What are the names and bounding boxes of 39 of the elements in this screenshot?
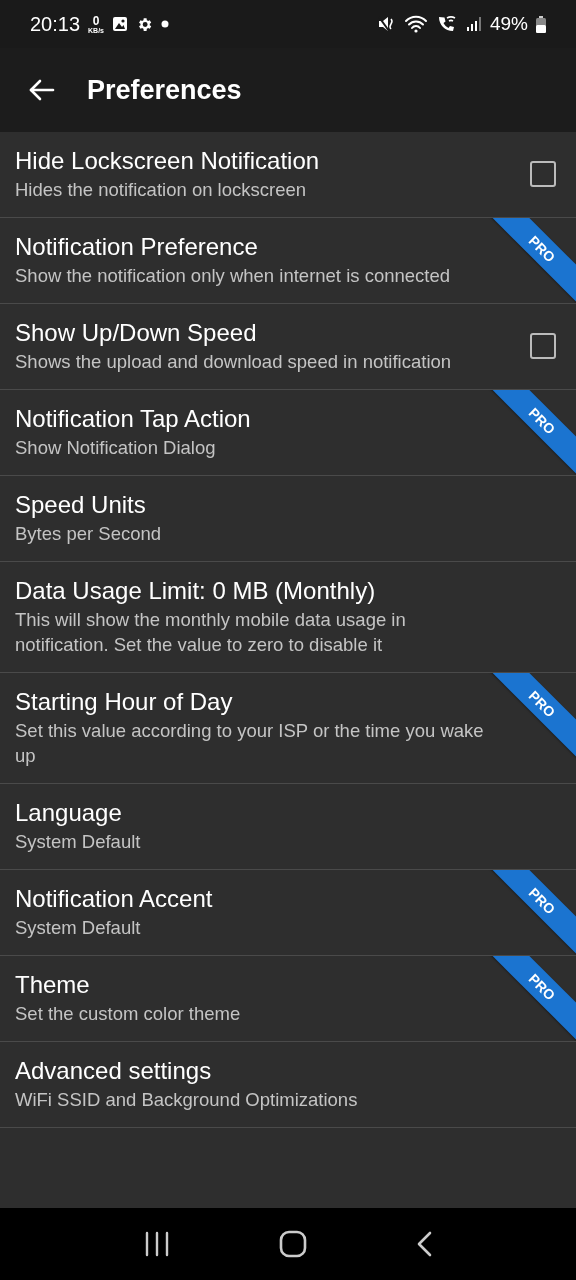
preference-title: Data Usage Limit: 0 MB (Monthly) xyxy=(15,576,377,606)
network-speed: 0 xyxy=(92,14,100,27)
preference-summary: System Default xyxy=(15,830,142,854)
screen-title: Preferences xyxy=(87,74,242,106)
dot-icon xyxy=(161,20,169,28)
settings-icon xyxy=(136,15,153,33)
back-arrow-icon[interactable] xyxy=(29,79,55,101)
preference-summary: Set this value according to your ISP or the time you wake up xyxy=(15,719,485,768)
preference-title: Speed Units xyxy=(15,490,147,520)
signal-icon xyxy=(465,16,482,32)
checkbox[interactable] xyxy=(530,332,556,359)
preference-summary: This will show the monthly mobile data usage in notification. Set the value to zero to disable it xyxy=(15,608,407,657)
preference-title: Language xyxy=(15,798,123,828)
preference-summary: Set the custom color theme xyxy=(15,1002,242,1026)
preference-title: Notification Preference xyxy=(15,232,259,262)
preference-summary: System Default xyxy=(15,916,142,940)
image-icon xyxy=(112,16,128,32)
preference-summary: Hides the notification on lockscreen xyxy=(15,178,308,202)
preference-title: Hide Lockscreen Notification xyxy=(15,146,321,176)
preference-title: Notification Accent xyxy=(15,884,214,914)
recent-apps-icon[interactable] xyxy=(144,1231,171,1257)
preference-title: Theme xyxy=(15,970,91,1000)
preference-summary: Show Notification Dialog xyxy=(15,436,217,460)
back-icon[interactable] xyxy=(415,1231,432,1257)
preference-summary: WiFi SSID and Background Optimizations xyxy=(15,1088,359,1112)
preference-title: Advanced settings xyxy=(15,1056,213,1086)
preference-title: Starting Hour of Day xyxy=(15,687,234,717)
checkbox[interactable] xyxy=(530,160,556,187)
preference-summary: Shows the upload and download speed in notification xyxy=(15,350,453,374)
preference-title: Show Up/Down Speed xyxy=(15,318,258,348)
preference-summary: Bytes per Second xyxy=(15,522,163,546)
preference-summary: Show the notification only when internet is connected xyxy=(15,264,452,288)
wifi-icon xyxy=(403,14,428,34)
preference-title: Notification Tap Action xyxy=(15,404,252,434)
clock: 20:13 xyxy=(30,12,81,36)
mute-icon xyxy=(377,15,396,33)
battery-icon xyxy=(536,15,546,33)
battery-percent: 49% xyxy=(489,13,528,35)
home-icon[interactable] xyxy=(279,1230,307,1258)
